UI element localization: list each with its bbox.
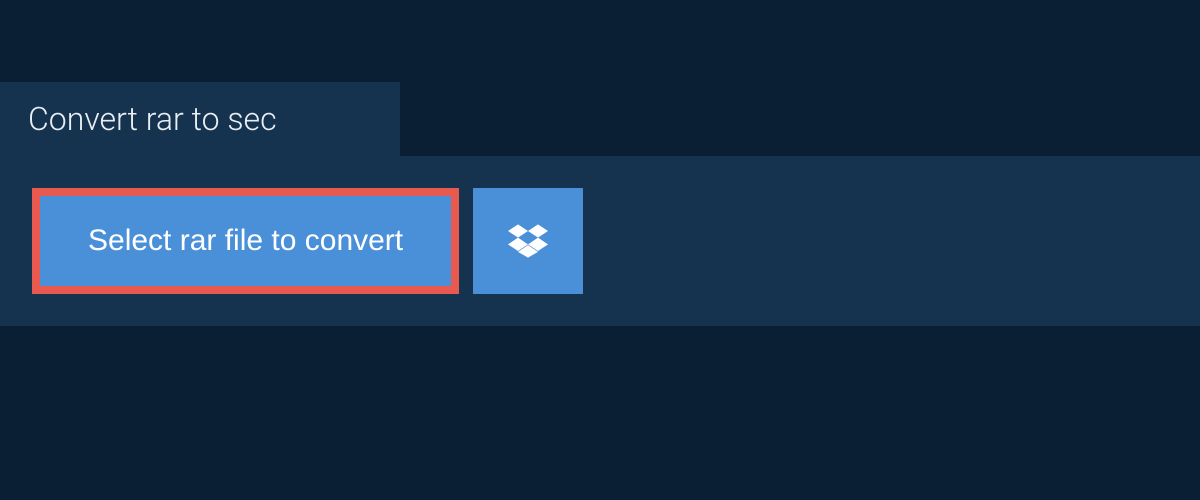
dropbox-icon: [508, 221, 548, 261]
tab-convert[interactable]: Convert rar to sec: [0, 82, 400, 156]
upload-panel: Select rar file to convert: [0, 156, 1200, 326]
select-file-button[interactable]: Select rar file to convert: [40, 196, 451, 286]
tab-title: Convert rar to sec: [28, 100, 277, 138]
select-file-button-label: Select rar file to convert: [88, 224, 403, 257]
dropbox-button[interactable]: [473, 188, 583, 294]
button-row: Select rar file to convert: [32, 188, 1168, 294]
select-button-highlight: Select rar file to convert: [32, 188, 459, 294]
